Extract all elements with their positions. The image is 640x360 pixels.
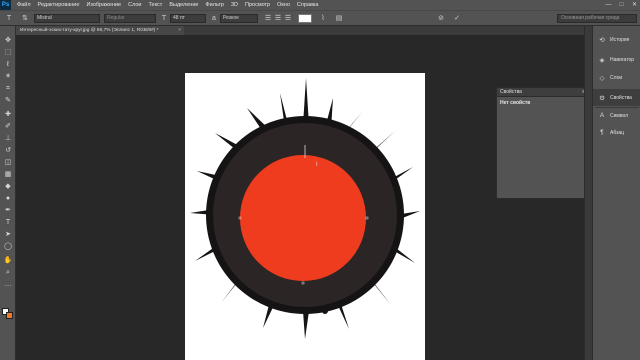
close-button[interactable]: ✕ — [631, 2, 638, 9]
history-icon: ⟲ — [599, 36, 605, 44]
hand-tool-icon[interactable]: ✋ — [3, 256, 13, 266]
antialias-select[interactable]: Резкое — [220, 14, 258, 23]
eraser-tool-icon[interactable]: ◫ — [3, 158, 13, 168]
font-size-icon: T — [161, 15, 167, 22]
maximize-button[interactable]: □ — [618, 2, 625, 9]
dock-label-properties: Свойства — [610, 94, 632, 101]
font-family-select[interactable]: Mistral — [34, 14, 100, 23]
dock-item-layers[interactable]: ◇ Слои — [593, 69, 640, 86]
tools-panel: ✥ ⬚ ℓ ✶ ⌗ ✎ ✚ ✐ ⊥ ↺ ◫ ▦ ◆ ● ✒ T ➤ ◯ ✋ ⌕ … — [0, 26, 16, 360]
menu-file[interactable]: Файл — [17, 2, 31, 8]
background-color-swatch[interactable] — [6, 312, 13, 319]
menu-window[interactable]: Окно — [277, 2, 290, 8]
dodge-tool-icon[interactable]: ● — [3, 194, 13, 204]
crop-tool-icon[interactable]: ⌗ — [3, 84, 13, 94]
move-tool-icon[interactable]: ✥ — [3, 36, 13, 46]
properties-title: Свойства — [500, 89, 522, 95]
warp-text-icon[interactable]: ⌇ — [318, 14, 328, 23]
document-tab[interactable]: Интересный-эскиз-тату-круг.jpg @ 66,7% (… — [16, 26, 184, 35]
properties-panel-header[interactable]: Свойства ≡ — [497, 88, 588, 97]
gradient-tool-icon[interactable]: ▦ — [3, 170, 13, 180]
menu-image[interactable]: Изображение — [86, 2, 121, 8]
dock-item-paragraph[interactable]: ¶ Абзац — [593, 124, 640, 141]
no-properties-text: Нет свойств — [500, 100, 531, 106]
panel-dock: ⟲ История ◈ Навигатор ◇ Слои ⚙ Свойства … — [592, 26, 640, 360]
menu-edit[interactable]: Редактирование — [38, 2, 80, 8]
dock-item-character[interactable]: A Символ — [593, 107, 640, 124]
character-panel-icon[interactable]: ▤ — [334, 14, 344, 23]
dock-item-history[interactable]: ⟲ История — [593, 31, 640, 48]
layers-icon: ◇ — [599, 74, 605, 82]
paragraph-icon: ¶ — [600, 129, 604, 136]
workspace-select[interactable]: Основная рабочая среда — [557, 14, 637, 23]
document-tab-bar: Интересный-эскиз-тату-круг.jpg @ 66,7% (… — [16, 26, 584, 35]
type-tool-icon[interactable]: T — [3, 218, 13, 228]
font-style-select[interactable]: Regular — [104, 14, 156, 23]
dock-label-navigator: Навигатор — [610, 56, 635, 63]
commit-icon[interactable]: ✓ — [452, 14, 462, 23]
menu-view[interactable]: Просмотр — [245, 2, 270, 8]
dock-collapse-strip[interactable] — [584, 26, 592, 360]
menu-select[interactable]: Выделение — [169, 2, 198, 8]
minimize-button[interactable]: — — [605, 2, 612, 9]
dock-label-layers: Слои — [610, 74, 623, 81]
lasso-tool-icon[interactable]: ℓ — [3, 60, 13, 70]
eyedropper-tool-icon[interactable]: ✎ — [3, 96, 13, 106]
menu-help[interactable]: Справка — [297, 2, 319, 8]
dock-label-character: Символ — [610, 112, 629, 119]
properties-icon: ⚙ — [599, 94, 605, 102]
history-brush-tool-icon[interactable]: ↺ — [3, 146, 13, 156]
document-tab-title: Интересный-эскиз-тату-круг.jpg @ 66,7% (… — [20, 28, 159, 33]
options-bar: T ⇅ Mistral Regular T 48 пт a Резкое ☰ ☰… — [0, 10, 640, 26]
menu-bar: Ps Файл Редактирование Изображение Слои … — [0, 0, 640, 10]
text-orientation-icon[interactable]: ⇅ — [20, 14, 30, 23]
marquee-tool-icon[interactable]: ⬚ — [3, 48, 13, 58]
align-center-icon[interactable]: ☰ — [274, 14, 282, 23]
properties-body: Нет свойств — [497, 97, 588, 109]
align-left-icon[interactable]: ☰ — [264, 14, 272, 23]
dock-label-history: История — [610, 36, 630, 43]
menu-filter[interactable]: Фильтр — [205, 2, 223, 8]
menu-items: Файл Редактирование Изображение Слои Тек… — [17, 2, 318, 8]
tattoo-artwork: I — [190, 78, 420, 339]
close-tab-icon[interactable]: × — [178, 26, 181, 35]
character-icon: A — [599, 112, 605, 119]
window-controls: — □ ✕ — [605, 0, 638, 10]
path-selection-tool-icon[interactable]: ➤ — [3, 230, 13, 240]
photoshop-logo: Ps — [0, 0, 11, 10]
dock-item-properties[interactable]: ⚙ Свойства — [593, 89, 640, 106]
zoom-tool-icon[interactable]: ⌕ — [3, 268, 13, 278]
navigator-icon: ◈ — [599, 56, 605, 64]
dock-item-navigator[interactable]: ◈ Навигатор — [593, 51, 640, 68]
properties-panel: Свойства ≡ Нет свойств — [496, 87, 589, 199]
menu-layers[interactable]: Слои — [128, 2, 141, 8]
dock-label-paragraph: Абзац — [610, 129, 625, 136]
more-tools-icon[interactable]: … — [3, 280, 13, 290]
cancel-icon[interactable]: ⊘ — [436, 14, 446, 23]
antialias-icon: a — [212, 15, 216, 22]
font-size-select[interactable]: 48 пт — [170, 14, 206, 23]
clone-stamp-tool-icon[interactable]: ⊥ — [3, 134, 13, 144]
pen-tool-icon[interactable]: ✒ — [3, 206, 13, 216]
magic-wand-tool-icon[interactable]: ✶ — [3, 72, 13, 82]
text-color-swatch[interactable] — [298, 14, 312, 23]
ellipse-tool-icon[interactable]: ◯ — [3, 242, 13, 252]
menu-3d[interactable]: 3D — [231, 2, 238, 8]
menu-type[interactable]: Текст — [148, 2, 162, 8]
orange-circle — [240, 155, 366, 281]
brush-tool-icon[interactable]: ✐ — [3, 122, 13, 132]
healing-brush-tool-icon[interactable]: ✚ — [3, 110, 13, 120]
type-tool-preset-icon[interactable]: T — [3, 14, 15, 23]
align-right-icon[interactable]: ☰ — [284, 14, 292, 23]
blur-tool-icon[interactable]: ◆ — [3, 182, 13, 192]
